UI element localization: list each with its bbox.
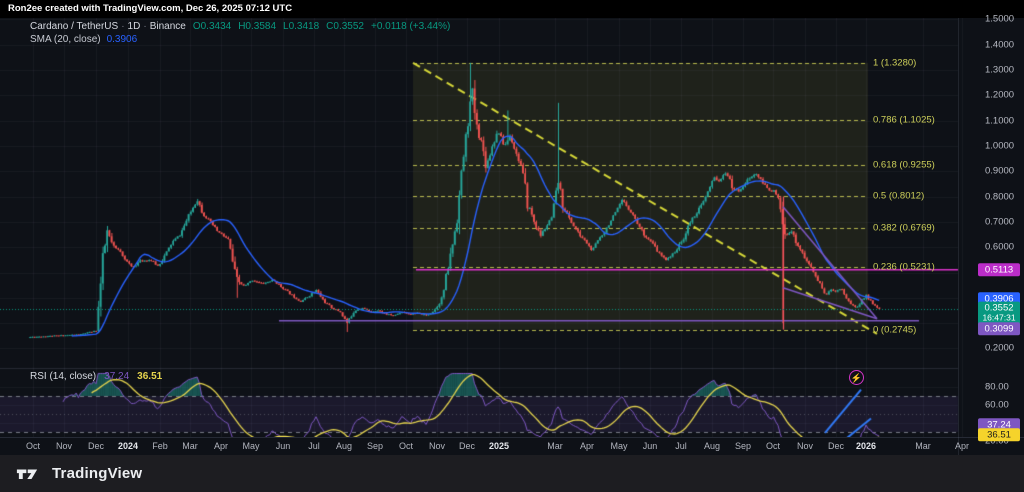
last-price-badge: 0.355216:47:31 xyxy=(978,302,1020,325)
ohlc-close: C0.3552 xyxy=(326,21,364,32)
brand-name[interactable]: TradingView xyxy=(52,465,142,482)
support-price-badge: 0.3099 xyxy=(978,322,1020,335)
rsi-tick-label: 60.00 xyxy=(985,400,1009,411)
price-axis-separator xyxy=(958,18,959,455)
time-axis-month-label: Jul xyxy=(675,441,687,451)
price-tick-label: 1.5000 xyxy=(985,14,1014,25)
change-label: +0.0118 (+3.44%) xyxy=(371,21,450,32)
time-axis-month-label: Jun xyxy=(643,441,658,451)
time-axis-month-label: Jun xyxy=(276,441,291,451)
symbol-legend[interactable]: Cardano / TetherUS·1D·BinanceO0.3434H0.3… xyxy=(30,21,450,32)
chart-area[interactable]: Cardano / TetherUS·1D·BinanceO0.3434H0.3… xyxy=(0,18,1024,455)
fib-level-label: 0.236 (0.5231) xyxy=(873,261,935,272)
badge-value: 0.3099 xyxy=(984,323,1013,334)
time-axis-month-label: Apr xyxy=(580,441,594,451)
time-axis-month-label: May xyxy=(610,441,627,451)
rsi-tick-label: 80.00 xyxy=(985,382,1009,393)
time-axis[interactable]: Oct Nov Dec 2024 Feb Mar Apr May Jun Jul Aug Sep Oct… xyxy=(0,437,1024,456)
time-axis-month-label: Mar xyxy=(182,441,198,451)
rsi-ma-value-badge: 36.51 xyxy=(978,428,1020,441)
tradingview-logo-icon[interactable] xyxy=(16,466,43,482)
price-chart-canvas[interactable] xyxy=(0,18,1024,455)
time-axis-month-label: Dec xyxy=(828,441,844,451)
watermark-text: Ron2ee created with TradingView.com, Dec… xyxy=(8,3,292,14)
badge-value: 0.5113 xyxy=(985,264,1013,275)
fib-level-label: 0.618 (0.9255) xyxy=(873,159,935,170)
time-axis-year-label: 2024 xyxy=(118,441,138,451)
price-tick-label: 1.4000 xyxy=(985,39,1014,50)
ohlc-low: L0.3418 xyxy=(283,21,319,32)
price-tick-label: 1.0000 xyxy=(985,140,1014,151)
price-tick-label: 0.9000 xyxy=(985,166,1014,177)
time-axis-month-label: Feb xyxy=(152,441,168,451)
fib-level-label: 0.382 (0.6769) xyxy=(873,222,935,233)
fib-level-label: 1 (1.3280) xyxy=(873,57,916,68)
time-axis-month-label: Apr xyxy=(214,441,228,451)
time-axis-year-label: 2025 xyxy=(489,441,509,451)
footer-bar: TradingView xyxy=(0,455,1024,492)
price-tick-label: 0.7000 xyxy=(985,216,1014,227)
ohlc-high: H0.3584 xyxy=(238,21,276,32)
rsi-value: 37.24 xyxy=(104,371,129,382)
fib-level-label: 0.786 (1.1025) xyxy=(873,114,935,125)
lightning-icon[interactable]: ⚡ xyxy=(849,370,864,385)
interval-label[interactable]: 1D xyxy=(128,21,141,32)
rsi-legend[interactable]: RSI (14, close) 37.24 36.51 xyxy=(30,371,162,382)
time-axis-month-label: Oct xyxy=(399,441,413,451)
fib-level-label: 0 (0.2745) xyxy=(873,324,916,335)
time-axis-month-label: Oct xyxy=(26,441,40,451)
time-axis-month-label: May xyxy=(242,441,259,451)
time-axis-month-label: Dec xyxy=(88,441,104,451)
price-tick-label: 1.3000 xyxy=(985,64,1014,75)
price-tick-label: 0.6000 xyxy=(985,242,1014,253)
tradingview-screenshot: Ron2ee created with TradingView.com, Dec… xyxy=(0,0,1024,492)
time-axis-month-label: Jul xyxy=(308,441,320,451)
time-axis-month-label: Oct xyxy=(766,441,780,451)
time-axis-month-label: Mar xyxy=(547,441,563,451)
fib-level-label: 0.5 (0.8012) xyxy=(873,191,924,202)
sma-label[interactable]: SMA (20, close) xyxy=(30,34,101,45)
time-axis-month-label: Aug xyxy=(336,441,352,451)
price-tick-label: 1.1000 xyxy=(985,115,1014,126)
time-axis-month-label: Nov xyxy=(429,441,445,451)
symbol-name[interactable]: Cardano / TetherUS xyxy=(30,21,118,32)
sma-value: 0.3906 xyxy=(107,34,138,45)
sma-legend[interactable]: SMA (20, close) 0.3906 xyxy=(30,34,137,45)
time-axis-month-label: Sep xyxy=(367,441,383,451)
exchange-label: Binance xyxy=(150,21,186,32)
time-axis-month-label: Nov xyxy=(56,441,72,451)
ohlc-open: O0.3434 xyxy=(193,21,231,32)
badge-value: 36.51 xyxy=(987,429,1011,440)
time-axis-month-label: Aug xyxy=(704,441,720,451)
watermark-bar: Ron2ee created with TradingView.com, Dec… xyxy=(0,0,1024,18)
time-axis-month-label: Sep xyxy=(735,441,751,451)
time-axis-month-label: Mar xyxy=(915,441,931,451)
rsi-label[interactable]: RSI (14, close) xyxy=(30,371,96,382)
time-axis-month-label: Dec xyxy=(459,441,475,451)
time-axis-year-label: 2026 xyxy=(856,441,876,451)
fib-236-price-badge: 0.5113 xyxy=(978,263,1020,276)
price-tick-label: 0.2000 xyxy=(985,343,1014,354)
rsi-ma-value: 36.51 xyxy=(137,371,162,382)
time-axis-month-label: Nov xyxy=(797,441,813,451)
price-tick-label: 0.8000 xyxy=(985,191,1014,202)
price-tick-label: 1.2000 xyxy=(985,90,1014,101)
badge-value: 0.3552 xyxy=(984,303,1013,314)
